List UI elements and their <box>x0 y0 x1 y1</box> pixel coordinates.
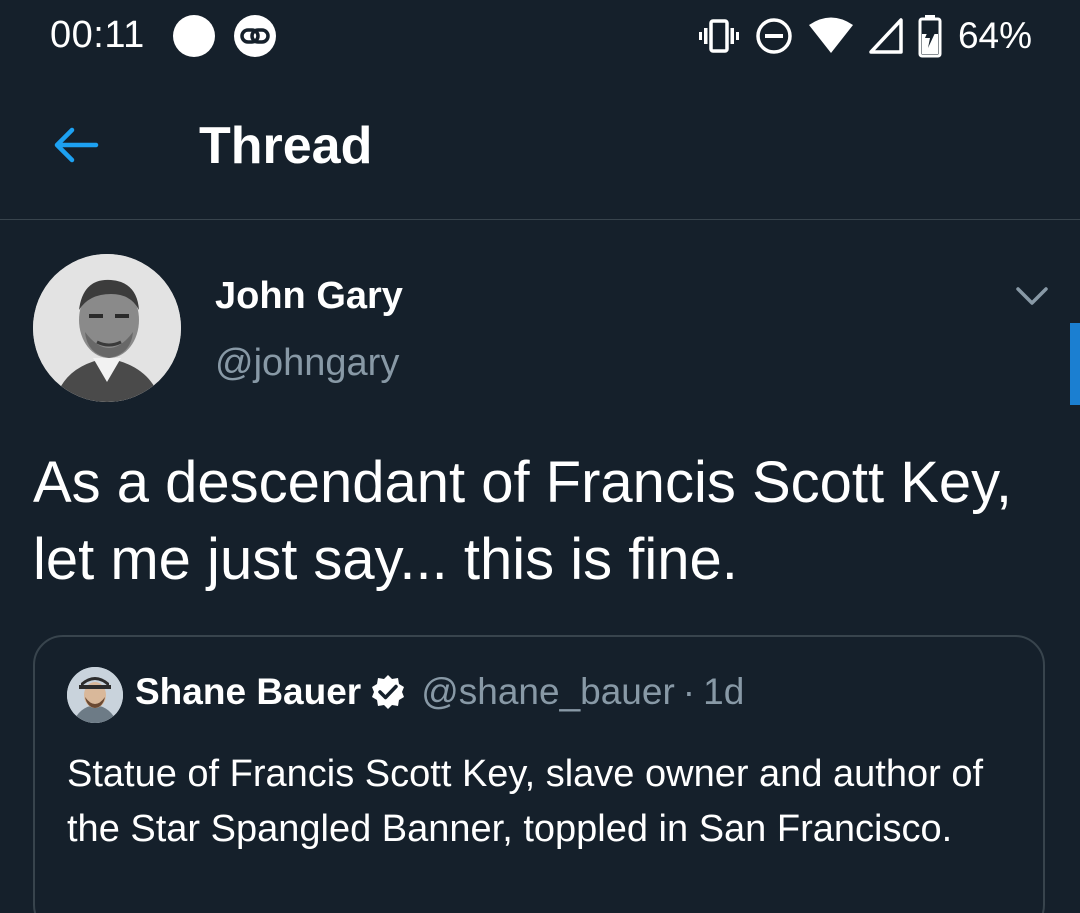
quoted-author-avatar[interactable] <box>67 667 123 723</box>
status-bar: 00:11 64% <box>0 0 1080 72</box>
status-icons: 64% <box>698 12 1032 60</box>
quoted-author-name[interactable]: Shane Bauer <box>135 671 361 713</box>
vibrate-icon <box>698 19 739 53</box>
author-name[interactable]: John Gary <box>215 275 403 318</box>
tweet-text: As a descendant of Francis Scott Key, le… <box>33 450 1012 592</box>
tweet-menu-button[interactable] <box>1012 278 1052 314</box>
signal-icon <box>869 18 903 54</box>
link-icon <box>234 15 276 57</box>
battery-percent: 64% <box>957 15 1032 56</box>
separator-dot: · <box>682 671 696 712</box>
do-not-disturb-icon <box>756 18 792 54</box>
back-arrow-icon <box>54 127 99 163</box>
twitter-thread-screen: 00:11 64% Thread John Gary @johngary As … <box>0 0 1080 913</box>
notification-dot-icon <box>173 15 215 57</box>
battery-charging-icon <box>918 15 942 58</box>
scrollbar[interactable] <box>1070 323 1080 405</box>
page-title: Thread <box>199 117 373 175</box>
quoted-tweet-text: Statue of Francis Scott Key, slave owner… <box>67 753 984 850</box>
author-avatar-image <box>33 254 181 402</box>
quoted-tweet-time: 1d <box>703 671 745 712</box>
author-handle[interactable]: @johngary <box>215 342 399 385</box>
app-header: Thread <box>0 72 1080 220</box>
back-button[interactable] <box>44 117 108 173</box>
avatar[interactable] <box>33 254 181 402</box>
quoted-tweet-header: Shane Bauer @shane_bauer · 1d <box>135 671 744 713</box>
quoted-avatar-image <box>67 667 123 723</box>
status-time: 00:11 <box>50 14 145 56</box>
quoted-author-handle[interactable]: @shane_bauer <box>421 671 675 713</box>
verified-badge-icon <box>372 675 405 709</box>
wifi-icon <box>808 17 853 53</box>
chevron-down-icon <box>1016 287 1048 305</box>
quoted-tweet-card[interactable]: Shane Bauer @shane_bauer · 1d Statue of … <box>33 635 1045 913</box>
